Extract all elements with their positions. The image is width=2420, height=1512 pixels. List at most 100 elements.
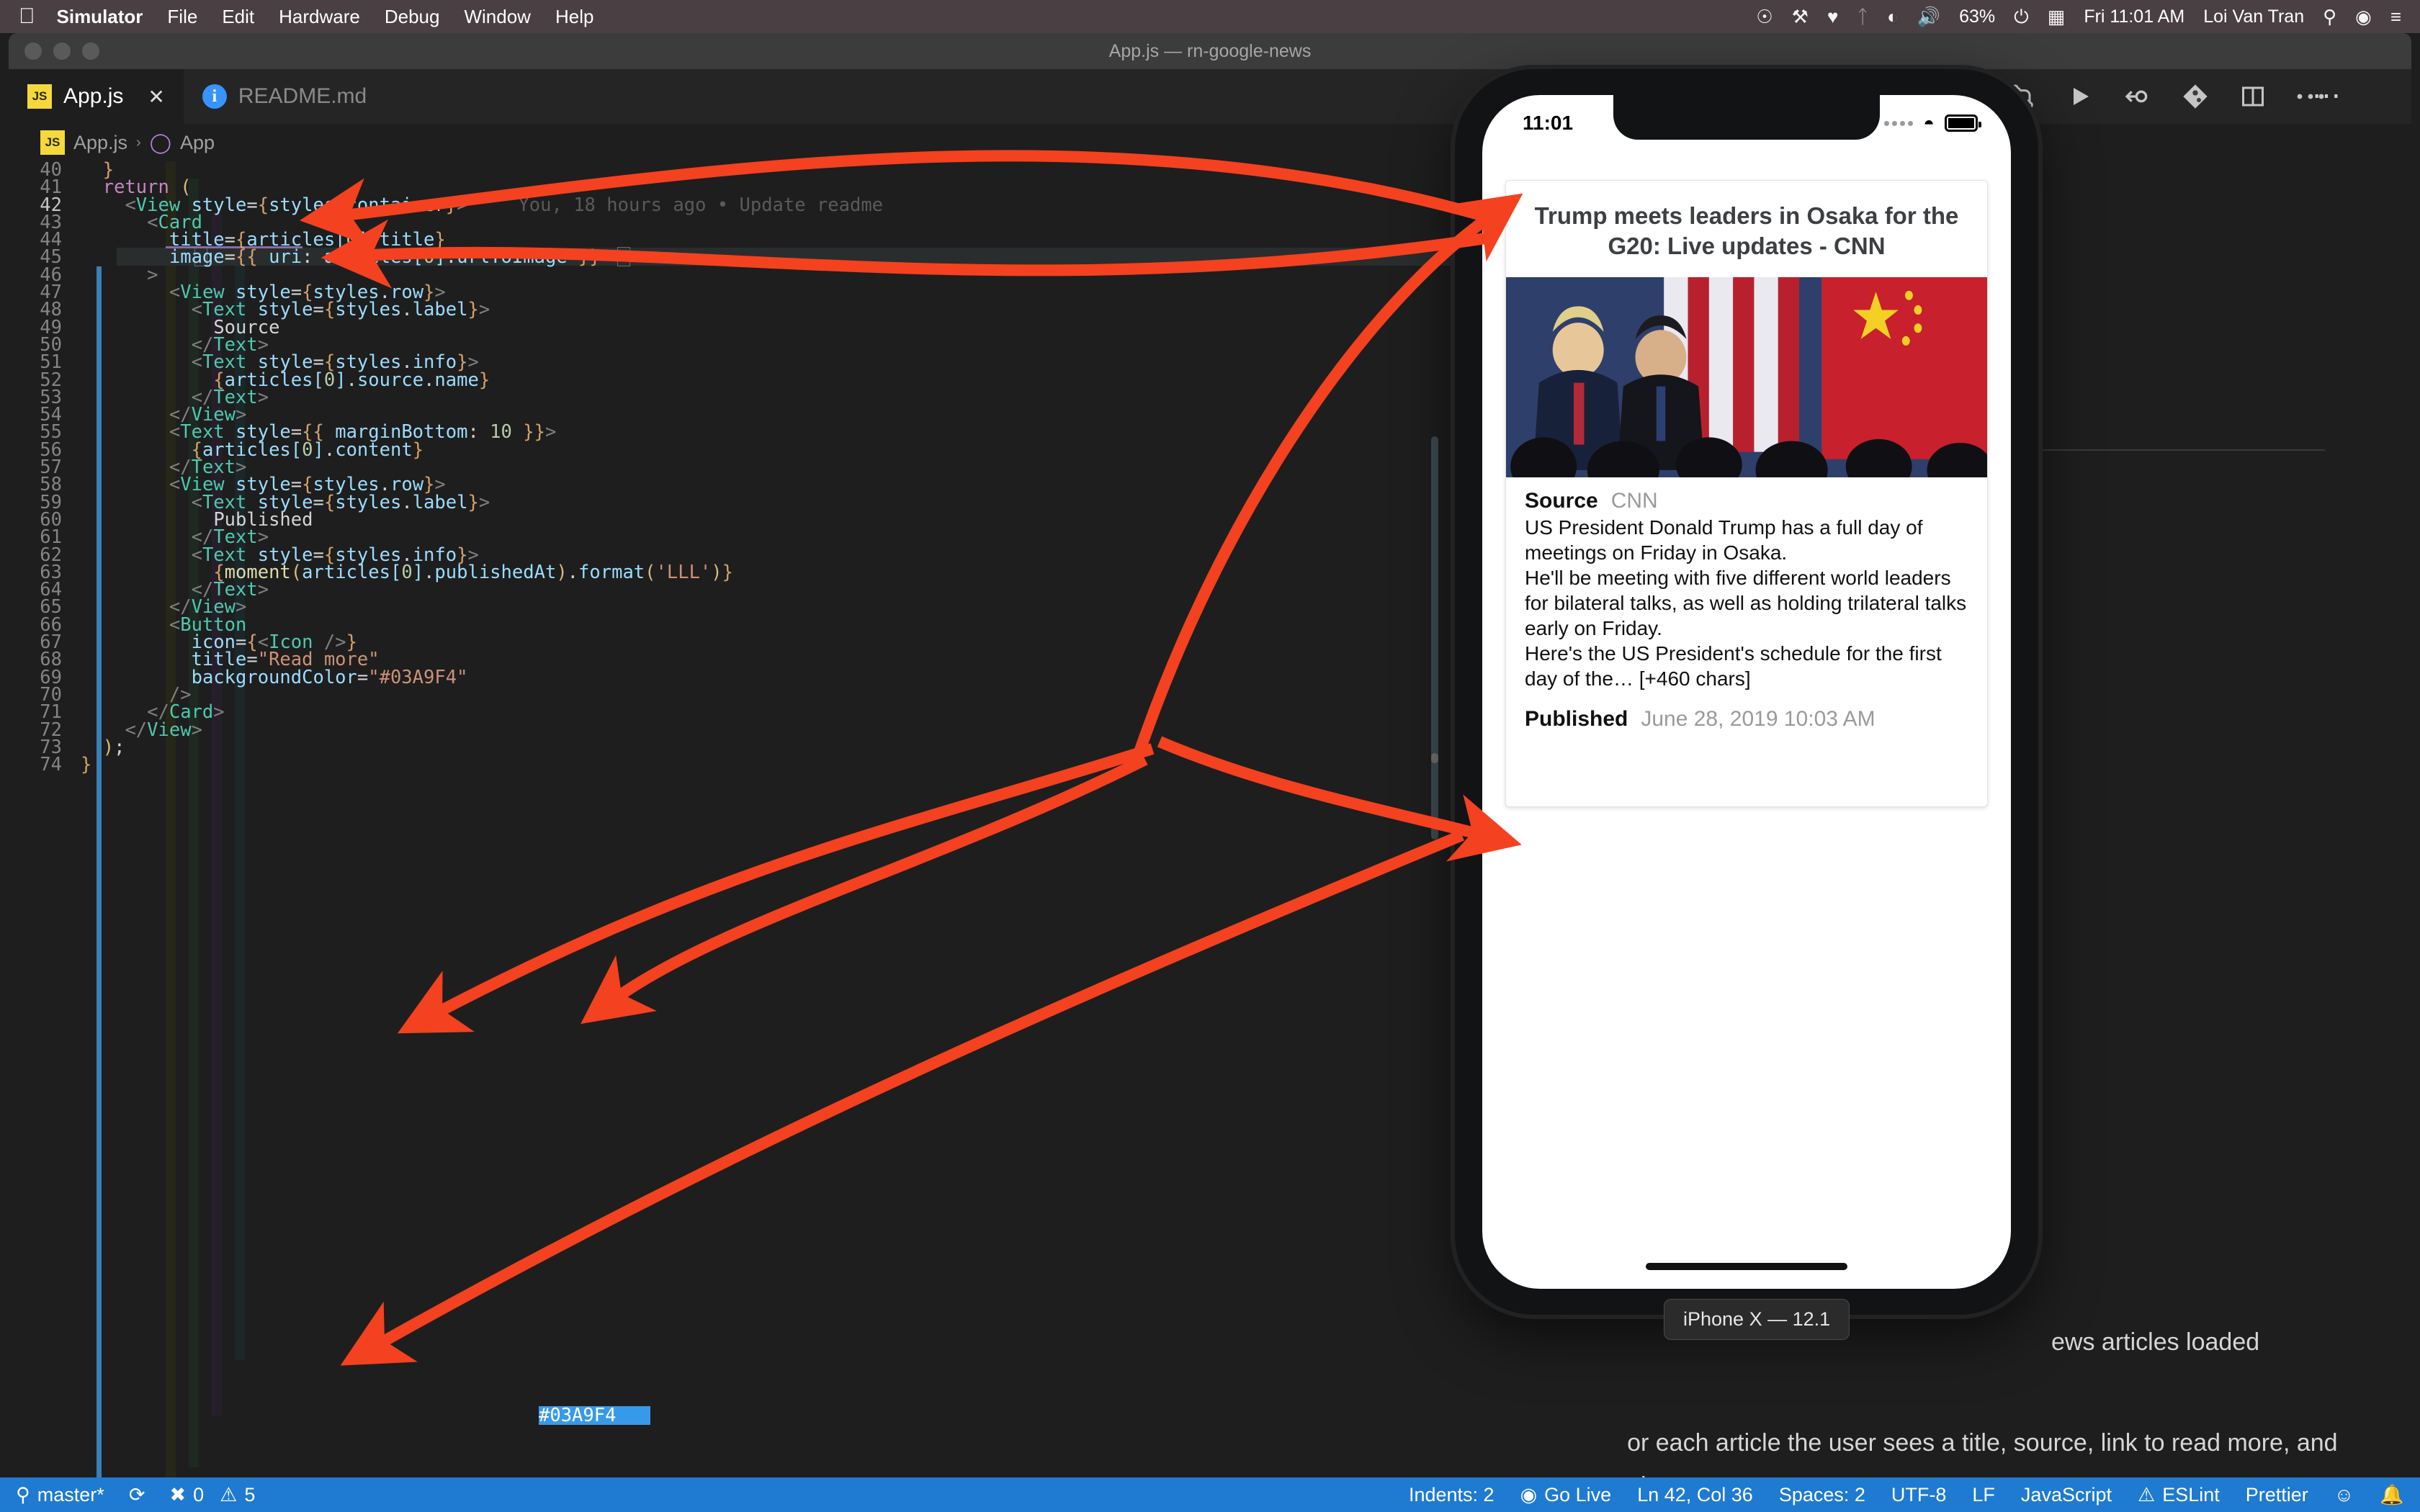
battery-charging-icon[interactable]: ⏻ (2014, 7, 2029, 26)
menu-clock[interactable]: Fri 11:01 AM (2084, 6, 2184, 27)
vscode-status-bar: ⚲ master* ⟳ ✖ 0 ⚠ 5 Indents: 2 ◉ Go Live… (0, 1477, 2420, 1512)
line-number: 74 (40, 754, 62, 776)
simulator-screen[interactable]: 11:01 ◓ Trump meets leaders in Osaka for… (1482, 95, 2011, 1289)
status-go-live[interactable]: ◉ Go Live (1520, 1484, 1612, 1506)
status-language[interactable]: JavaScript (2021, 1484, 2112, 1506)
menu-item-simulator[interactable]: Simulator (57, 6, 143, 28)
line-number: 61 (40, 526, 62, 549)
macos-menu-bar:  Simulator File Edit Hardware Debug Win… (0, 0, 2420, 33)
editor-scrollbar-thumb[interactable] (1431, 436, 1438, 840)
volume-icon[interactable]: 🔊 (1917, 7, 1940, 26)
ios-clock: 11:01 (1523, 112, 1574, 134)
control-center-icon[interactable]: ≡ (2390, 7, 2401, 26)
menu-user-name[interactable]: Loi Van Tran (2203, 6, 2304, 27)
readme-checklist-text-1: [ ] For each article the user sees a tit… (1626, 1429, 2338, 1477)
wifi-icon[interactable]: ◐ (1887, 7, 1899, 26)
readme-paragraph-loaded: ews articles loaded (2051, 1328, 2260, 1356)
editor-scrollbar-marker (1431, 753, 1438, 763)
source-control-icon[interactable] (2181, 82, 2210, 111)
code-selection-text: #03A9F4 (539, 1405, 617, 1426)
go-live-label: Go Live (1544, 1483, 1612, 1506)
sync-changes-icon: ⟳ (128, 1483, 145, 1506)
battery-icon (1945, 114, 1981, 132)
news-card-source-row: Source CNN (1525, 489, 1968, 513)
home-indicator (1646, 1263, 1847, 1270)
ios-simulator-window[interactable]: 11:01 ◓ Trump meets leaders in Osaka for… (1455, 69, 2038, 1315)
bluetooth-icon[interactable]: ᛏ (1857, 7, 1868, 26)
breadcrumb-file[interactable]: App.js (73, 132, 127, 154)
broadcast-icon: ◉ (1520, 1483, 1538, 1506)
breadcrumb-symbol[interactable]: App (180, 132, 215, 154)
js-file-icon: JS (40, 130, 65, 155)
source-label: Source (1525, 489, 1598, 513)
split-editor-icon[interactable] (2238, 82, 2267, 111)
us-flag-icon[interactable]: ▦ (2048, 7, 2066, 26)
source-control-branch-icon: ⚲ (16, 1483, 30, 1506)
search-icon[interactable]: ⚲ (2323, 7, 2336, 26)
evernote-icon[interactable]: ♥ (1827, 7, 1838, 26)
news-card-hero-image (1506, 277, 1987, 477)
menu-item-hardware[interactable]: Hardware (279, 6, 360, 28)
news-card-title: Trump meets leaders in Osaka for the G20… (1534, 202, 1959, 259)
close-icon[interactable]: ✕ (148, 85, 164, 109)
tab-label-app-js: App.js (63, 84, 124, 108)
notifications-bell-icon[interactable]: 🔔 (2380, 1483, 2404, 1506)
status-encoding[interactable]: UTF-8 (1891, 1484, 1947, 1506)
siri-icon[interactable]: ◉ (2355, 7, 2372, 26)
status-sync[interactable]: ⟳ (129, 1484, 145, 1506)
menu-item-window[interactable]: Window (464, 6, 530, 28)
status-spaces[interactable]: Spaces: 2 (1779, 1484, 1865, 1506)
branch-name: master* (37, 1483, 104, 1506)
simulator-device-tooltip: iPhone X — 12.1 (1664, 1299, 1850, 1340)
git-blame-annotation: You, 18 hours ago • Update readme (518, 194, 884, 216)
menu-item-edit[interactable]: Edit (222, 6, 254, 28)
simulator-more-options-icon[interactable]: ⋯ (2312, 79, 2344, 112)
news-card-body: Source CNN US President Donald Trump has… (1506, 477, 1987, 788)
status-prettier[interactable]: Prettier (2246, 1484, 2308, 1506)
creative-cloud-icon[interactable]: ☉ (1756, 7, 1773, 26)
tab-readme-md[interactable]: i README.md (184, 69, 385, 124)
status-problems[interactable]: ✖ 0 ⚠ 5 (169, 1484, 255, 1506)
close-window-button[interactable] (24, 42, 42, 60)
menu-item-debug[interactable]: Debug (385, 6, 440, 28)
window-controls[interactable] (9, 42, 99, 60)
line-number: 51 (40, 351, 62, 374)
status-indents[interactable]: Indents: 2 (1409, 1484, 1494, 1506)
window-title: App.js — rn-google-news (1108, 40, 1312, 61)
readme-checklist-item-1: • [ ] For each article the user sees a t… (1626, 1421, 2339, 1477)
maximize-window-button[interactable] (82, 42, 99, 60)
error-icon: ✖ (169, 1483, 187, 1506)
js-file-icon: JS (27, 84, 52, 109)
read-more-button[interactable]: Read more (1525, 736, 1968, 788)
docker-icon[interactable]: ⚒ (1792, 7, 1809, 26)
status-cursor-position[interactable]: Ln 42, Col 36 (1637, 1484, 1753, 1506)
run-play-icon[interactable] (2066, 82, 2094, 111)
status-branch[interactable]: ⚲ master* (16, 1484, 104, 1506)
published-label: Published (1525, 707, 1628, 731)
feedback-smiley-icon[interactable]: ☺ (2334, 1484, 2354, 1506)
editor-action-bar (2008, 69, 2325, 124)
news-card[interactable]: Trump meets leaders in Osaka for the G20… (1505, 180, 1988, 807)
news-card-published-row: Published June 28, 2019 10:03 AM (1525, 707, 1968, 732)
tab-label-readme: README.md (238, 84, 367, 108)
news-card-content: US President Donald Trump has a full day… (1525, 516, 1967, 690)
error-count: 0 (193, 1483, 205, 1506)
warning-icon: ⚠ (220, 1483, 238, 1506)
chevron-right-icon: › (136, 134, 141, 150)
tab-app-js[interactable]: JS App.js ✕ (9, 69, 184, 124)
markdown-info-icon: i (202, 84, 227, 109)
line-number: 68 (40, 649, 62, 671)
status-eslint[interactable]: ⚠ ESLint (2138, 1484, 2220, 1506)
cellular-dots-icon (1884, 120, 1914, 126)
menu-item-help[interactable]: Help (555, 6, 593, 28)
warning-icon: ⚠ (2137, 1483, 2156, 1506)
apple-menu-icon[interactable]:  (19, 6, 35, 27)
line-number: 71 (40, 701, 62, 724)
debug-step-icon[interactable] (2123, 82, 2152, 111)
cube-symbol-icon: ◯ (149, 131, 171, 153)
status-eol[interactable]: LF (1972, 1484, 1995, 1506)
line-number: 58 (40, 474, 62, 496)
menu-item-file[interactable]: File (167, 6, 197, 28)
warning-count: 5 (244, 1483, 256, 1506)
minimize-window-button[interactable] (53, 42, 71, 60)
